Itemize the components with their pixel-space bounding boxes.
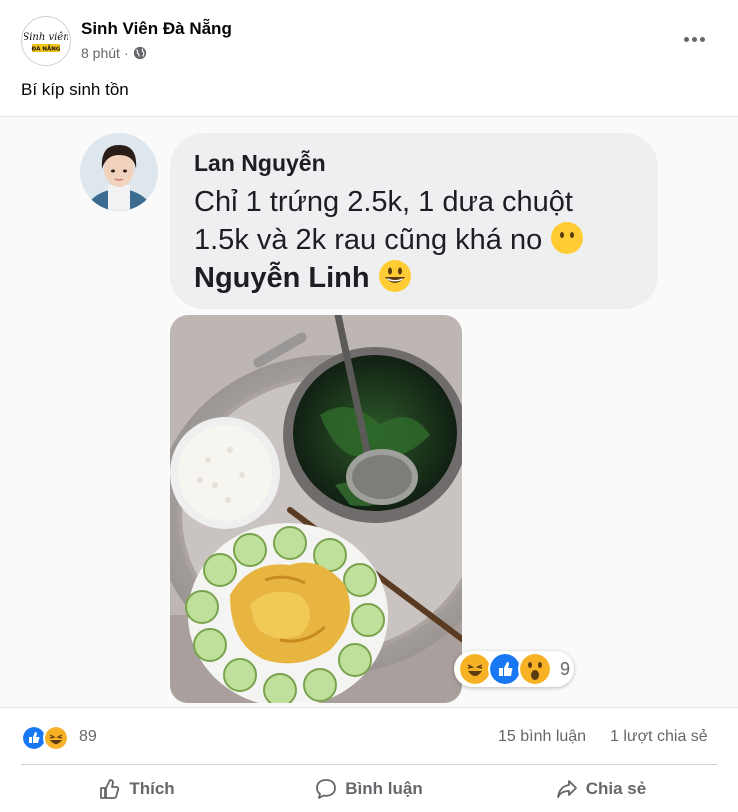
no-mouth-face-icon (551, 222, 584, 254)
more-options-icon (683, 36, 689, 42)
more-options-button[interactable] (673, 24, 715, 54)
thumbs-up-icon (100, 779, 120, 799)
wow-reaction-icon (518, 652, 552, 686)
comment-line-1: Chỉ 1 trứng 2.5k, 1 dưa chuột (194, 186, 573, 218)
page-name[interactable]: Sinh Viên Đà Nẵng (81, 19, 232, 39)
share-button[interactable]: Chia sẻ (485, 771, 717, 807)
post-header: Sinh viên ĐÀ NẴNG Sinh Viên Đà Nẵng 8 ph… (0, 0, 738, 70)
reaction-summary: 89 15 bình luận 1 lượt chia sẻ (0, 718, 738, 754)
page-logo: Sinh viên ĐÀ NẴNG (24, 32, 68, 53)
grinning-face-icon (378, 260, 411, 292)
comment-author-avatar (80, 133, 158, 211)
reaction-count[interactable]: 89 (79, 728, 97, 746)
comment-line-2-wrap: 1.5k và 2k rau cũng khá no (194, 221, 634, 259)
post-meta: 8 phút · (81, 45, 147, 61)
share-count[interactable]: 1 lượt chia sẻ (610, 728, 708, 746)
comment-text: Chỉ 1 trứng 2.5k, 1 dưa chuột 1.5k và 2k… (194, 183, 634, 297)
comment-icon (316, 779, 337, 799)
comment-count[interactable]: 15 bình luận (498, 728, 586, 746)
like-button[interactable]: Thích (21, 771, 253, 807)
share-icon (556, 780, 577, 798)
like-reaction-icon (488, 652, 522, 686)
post-caption: Bí kíp sinh tồn (21, 80, 129, 99)
post-time[interactable]: 8 phút (81, 45, 120, 61)
haha-reaction-icon (43, 725, 69, 751)
post-image[interactable]: Lan Nguyễn Chỉ 1 trứng 2.5k, 1 dưa chuột… (0, 116, 738, 708)
like-label: Thích (129, 779, 175, 798)
globe-icon[interactable] (133, 46, 147, 60)
page-avatar[interactable]: Sinh viên ĐÀ NẴNG (21, 16, 71, 66)
comment-label: Bình luận (345, 779, 423, 798)
haha-reaction-icon (458, 652, 492, 686)
reaction-icons[interactable] (21, 725, 69, 751)
comment-mention: Nguyễn Linh (194, 262, 370, 294)
share-label: Chia sẻ (585, 779, 647, 798)
page-logo-text: Sinh viên (24, 32, 68, 43)
meta-separator: · (123, 45, 129, 61)
comment-line-3-wrap: Nguyễn Linh (194, 259, 634, 297)
comment-button[interactable]: Bình luận (253, 771, 485, 807)
page-logo-sub: ĐÀ NẴNG (32, 45, 61, 53)
facebook-post: Sinh viên ĐÀ NẴNG Sinh Viên Đà Nẵng 8 ph… (0, 0, 738, 812)
comment-reactions[interactable]: 9 (454, 651, 574, 687)
meal-photo (170, 315, 462, 703)
comment-line-2: 1.5k và 2k rau cũng khá no (194, 224, 543, 256)
comment-author-name: Lan Nguyễn (194, 150, 326, 176)
comment-bubble: Lan Nguyễn Chỉ 1 trứng 2.5k, 1 dưa chuột… (170, 133, 658, 309)
action-bar: Thích Bình luận Chia sẻ (21, 764, 717, 811)
comment-reaction-count: 9 (560, 658, 571, 679)
